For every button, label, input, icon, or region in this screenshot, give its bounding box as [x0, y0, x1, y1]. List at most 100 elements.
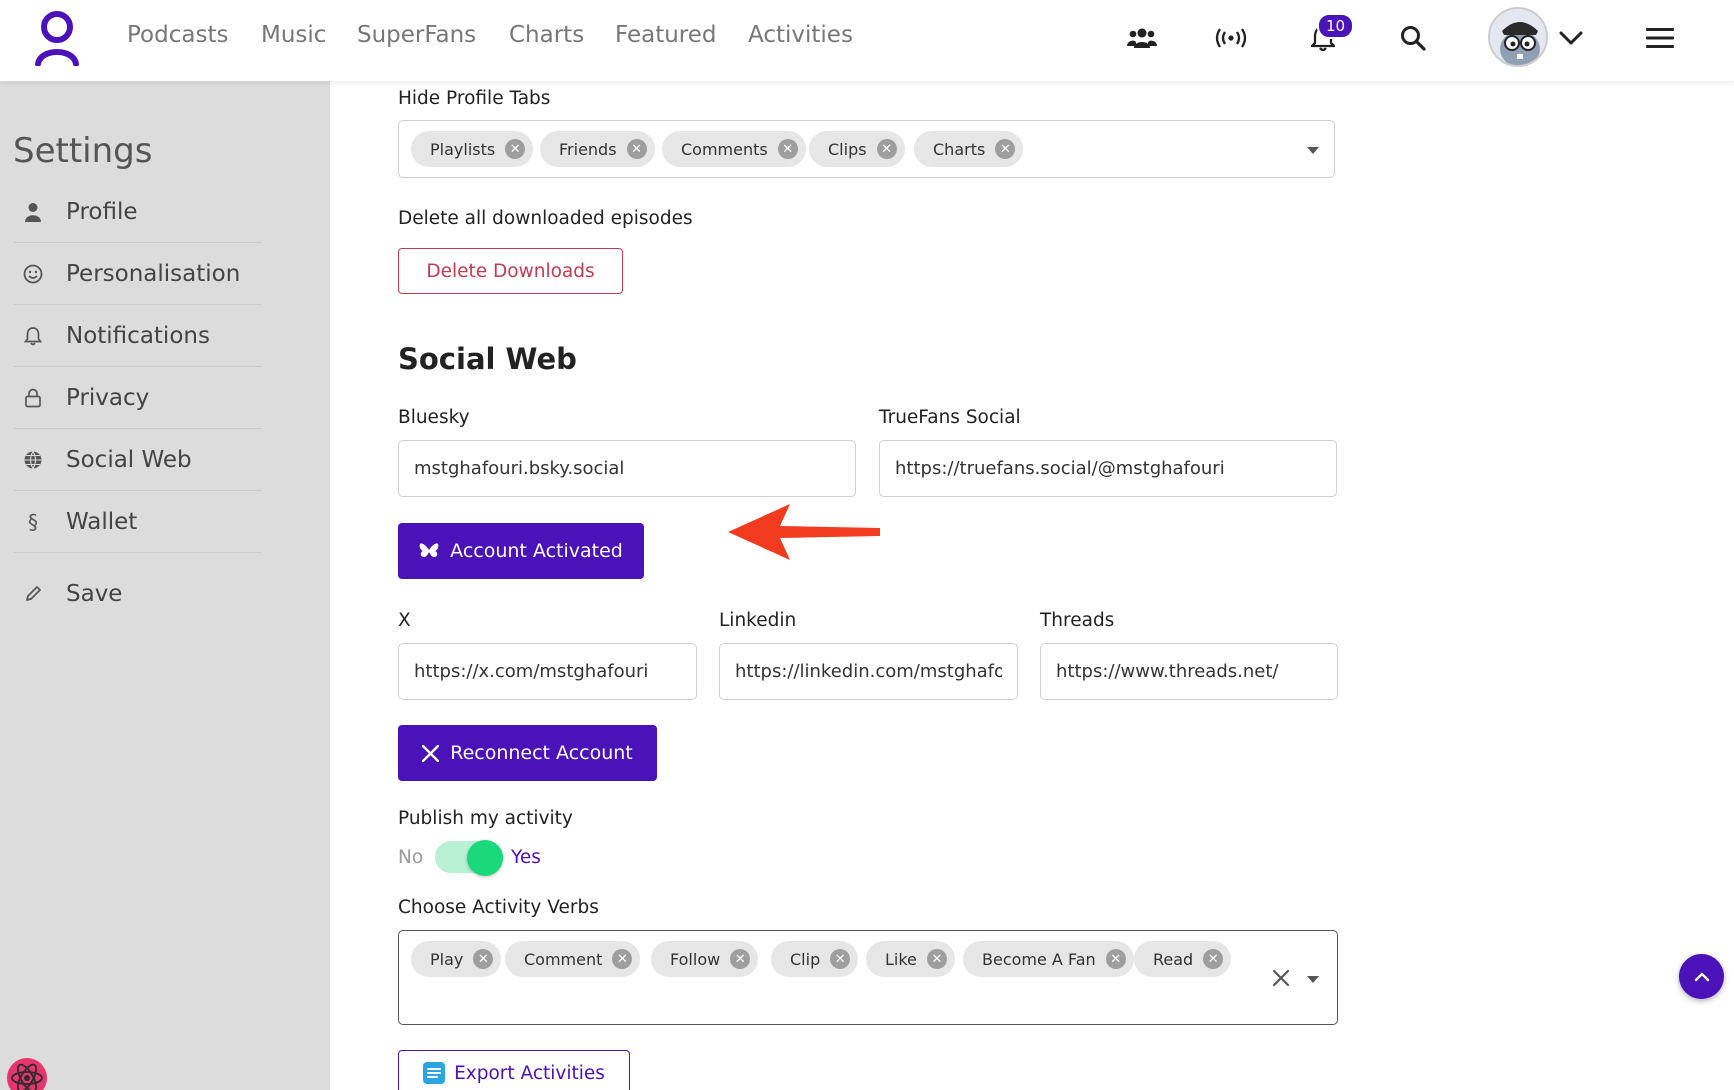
button-label: Reconnect Account	[450, 742, 633, 764]
users-icon[interactable]	[1124, 18, 1160, 58]
chip-label: Friends	[559, 139, 617, 159]
threads-label: Threads	[1040, 610, 1115, 631]
export-activities-button[interactable]: Export Activities	[398, 1050, 630, 1090]
live-broadcast-icon[interactable]	[1213, 18, 1249, 58]
chip-label: Clip	[790, 949, 821, 969]
chip-label: Clips	[828, 139, 867, 159]
nav-link-music[interactable]: Music	[261, 22, 326, 48]
nav-link-activities[interactable]: Activities	[748, 22, 853, 48]
x-label: X	[398, 610, 411, 631]
chip-like: Like ✕	[866, 941, 955, 977]
hamburger-menu-icon[interactable]	[1645, 18, 1675, 58]
threads-input[interactable]	[1040, 643, 1338, 700]
sidebar-item-profile[interactable]: Profile	[14, 181, 262, 243]
sidebar-item-label: Personalisation	[66, 260, 241, 287]
red-arrow-annotation	[728, 504, 880, 560]
chip-label: Comments	[681, 139, 768, 159]
account-activated-button[interactable]: Account Activated	[398, 523, 644, 579]
social-web-heading: Social Web	[398, 342, 577, 376]
remove-chip-icon[interactable]: ✕	[1203, 949, 1224, 969]
delete-downloads-button[interactable]: Delete Downloads	[398, 248, 623, 294]
linkedin-label: Linkedin	[719, 610, 797, 631]
hide-tabs-select[interactable]: Playlists ✕ Friends ✕ Comments ✕ Clips ✕…	[398, 120, 1335, 178]
smiley-icon	[14, 264, 52, 284]
bluesky-input[interactable]	[398, 440, 856, 497]
sidebar-item-label: Social Web	[66, 446, 192, 473]
remove-chip-icon[interactable]: ✕	[505, 139, 526, 159]
logo-icon[interactable]	[34, 10, 80, 66]
clear-all-icon[interactable]	[1272, 969, 1290, 987]
x-input[interactable]	[398, 643, 697, 700]
search-icon[interactable]	[1398, 18, 1428, 58]
toggle-knob[interactable]	[467, 840, 503, 876]
chip-label: Follow	[670, 949, 721, 969]
settings-sidebar: Settings Profile Personalisation Notific…	[0, 81, 330, 1090]
chip-label: Like	[885, 949, 917, 969]
chevron-down-icon[interactable]	[1558, 18, 1584, 58]
sidebar-item-label: Wallet	[66, 508, 138, 535]
remove-chip-icon[interactable]: ✕	[1105, 949, 1126, 969]
truefans-social-input[interactable]	[879, 440, 1337, 497]
avatar[interactable]	[1488, 7, 1548, 67]
remove-chip-icon[interactable]: ✕	[830, 949, 851, 969]
chip-become-a-fan: Become A Fan ✕	[963, 941, 1134, 977]
remove-chip-icon[interactable]: ✕	[730, 949, 751, 969]
delete-downloads-label: Delete all downloaded episodes	[398, 208, 693, 229]
chip-clip: Clip ✕	[771, 941, 859, 977]
publish-activity-label: Publish my activity	[398, 808, 573, 829]
nav-link-featured[interactable]: Featured	[615, 22, 717, 48]
sidebar-item-wallet[interactable]: § Wallet	[14, 491, 262, 553]
chip-playlists: Playlists ✕	[411, 131, 534, 167]
chip-charts: Charts ✕	[914, 131, 1024, 167]
chip-label: Charts	[933, 139, 986, 159]
chip-friends: Friends ✕	[540, 131, 655, 167]
bluesky-label: Bluesky	[398, 407, 470, 428]
chip-label: Play	[430, 949, 464, 969]
settings-title: Settings	[13, 131, 153, 171]
bell-icon	[14, 326, 52, 346]
activity-verbs-label: Choose Activity Verbs	[398, 897, 599, 918]
chevron-up-icon	[1694, 972, 1709, 981]
sidebar-item-label: Privacy	[66, 384, 150, 411]
linkedin-input[interactable]	[719, 643, 1018, 700]
chip-comment: Comment ✕	[505, 941, 641, 977]
dropdown-caret-icon[interactable]	[1307, 147, 1319, 154]
activity-verbs-select[interactable]: Play ✕ Comment ✕ Follow ✕ Clip ✕ Like ✕ …	[398, 930, 1338, 1025]
nav-link-charts[interactable]: Charts	[509, 22, 584, 48]
hide-tabs-label: Hide Profile Tabs	[398, 88, 551, 109]
sidebar-item-notifications[interactable]: Notifications	[14, 305, 262, 367]
chip-label: Playlists	[430, 139, 496, 159]
chip-play: Play ✕	[411, 941, 502, 977]
remove-chip-icon[interactable]: ✕	[926, 949, 947, 969]
butterfly-icon	[419, 543, 439, 558]
export-list-icon	[423, 1062, 446, 1084]
sidebar-item-label: Save	[66, 581, 123, 607]
top-navigation-bar: Podcasts Music SuperFans Charts Featured…	[0, 0, 1734, 81]
chip-label: Read	[1153, 949, 1194, 969]
react-devtools-icon[interactable]	[4, 1056, 50, 1090]
globe-icon	[14, 450, 52, 470]
remove-chip-icon[interactable]: ✕	[876, 139, 897, 159]
reconnect-account-button[interactable]: Reconnect Account	[398, 725, 657, 781]
chip-read: Read ✕	[1134, 941, 1232, 977]
remove-chip-icon[interactable]: ✕	[473, 949, 494, 969]
sidebar-item-label: Notifications	[66, 322, 210, 349]
notification-count-badge: 10	[1317, 13, 1355, 39]
scroll-to-top-button[interactable]	[1679, 954, 1724, 999]
sidebar-item-privacy[interactable]: Privacy	[14, 367, 262, 429]
button-label: Export Activities	[454, 1062, 605, 1084]
remove-chip-icon[interactable]: ✕	[626, 139, 647, 159]
nav-link-podcasts[interactable]: Podcasts	[127, 22, 228, 48]
sidebar-item-label: Profile	[66, 198, 138, 225]
remove-chip-icon[interactable]: ✕	[995, 139, 1016, 159]
remove-chip-icon[interactable]: ✕	[777, 139, 798, 159]
sidebar-item-personalisation[interactable]: Personalisation	[14, 243, 262, 305]
nav-link-superfans[interactable]: SuperFans	[357, 22, 476, 48]
chip-comments: Comments ✕	[662, 131, 806, 167]
dropdown-caret-icon[interactable]	[1307, 976, 1319, 983]
remove-chip-icon[interactable]: ✕	[612, 949, 633, 969]
sidebar-item-social-web[interactable]: Social Web	[14, 429, 262, 491]
chip-label: Comment	[524, 949, 603, 969]
x-logo-icon	[422, 744, 440, 762]
sidebar-item-save[interactable]: Save	[14, 563, 262, 625]
